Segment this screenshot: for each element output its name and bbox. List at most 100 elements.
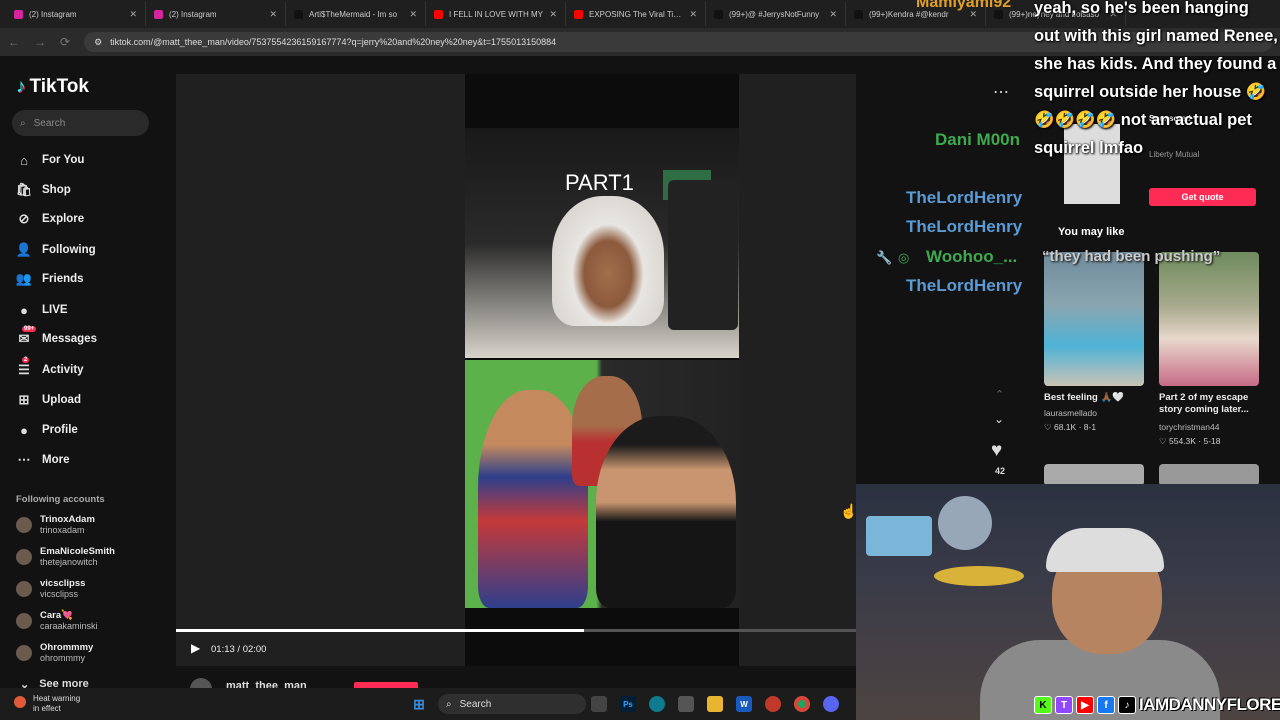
sidebar-item-label: Messages (42, 333, 97, 345)
card-title[interactable]: Best feeling 🙏🏾🤍 (1044, 392, 1154, 404)
close-tab-icon[interactable]: ✕ (269, 9, 277, 20)
close-tab-icon[interactable]: ✕ (409, 9, 417, 20)
search-input[interactable]: ⌕ Search (12, 110, 149, 136)
facebook-icon: f (1097, 696, 1115, 714)
person-hoodie-image (552, 196, 664, 326)
video-overlay-text: PART1 (565, 170, 634, 195)
following-icon: 👤 (15, 242, 33, 257)
chat-username: Woohoo_... (926, 247, 1018, 266)
sidebar-item-activity[interactable]: ☰ 2 Activity (16, 357, 84, 378)
tab-label: I FELL IN LOVE WITH MY (449, 9, 543, 19)
sidebar-item-label: LIVE (42, 304, 68, 316)
sidebar-item-shop[interactable]: 🛍 Shop (16, 182, 71, 198)
following-account[interactable]: vicsclipss vicsclipss (16, 578, 85, 600)
sidebar-item-live[interactable]: ● LIVE (16, 302, 68, 318)
weather-title: Heat warning (33, 694, 81, 703)
discord-icon[interactable] (823, 696, 839, 712)
live-icon: ● (20, 302, 28, 318)
close-tab-icon[interactable]: ✕ (689, 9, 697, 20)
edge-icon[interactable] (649, 696, 665, 712)
back-icon[interactable]: ← (8, 35, 20, 49)
browser-tab[interactable]: EXPOSING The Viral Tiktok ✕ (566, 2, 706, 26)
tiktok-note-icon: ♪ (16, 76, 26, 97)
browser-tab[interactable]: Arti$TheMermaid - Im so ✕ (286, 2, 426, 26)
quote-overlay: “they had been pushing” (1042, 248, 1221, 265)
sidebar-item-profile[interactable]: ● Profile (16, 422, 78, 438)
card-title[interactable]: Part 2 of my escape story coming later..… (1159, 392, 1269, 416)
weather-widget[interactable]: Heat warning in effect (33, 694, 80, 714)
tab-label: EXPOSING The Viral Tiktok (589, 9, 684, 19)
obs-icon[interactable] (765, 696, 781, 712)
account-handle: ohrommmy (40, 653, 86, 663)
store-icon[interactable] (678, 696, 694, 712)
avatar (16, 517, 32, 533)
reload-icon[interactable]: ⟳ (60, 35, 70, 49)
recommended-thumb-4[interactable] (1159, 464, 1259, 486)
account-handle: caraakaminski (40, 621, 98, 631)
account-name: EmaNicoleSmith (40, 546, 115, 557)
sidebar-item-label: Explore (42, 213, 85, 225)
forward-icon[interactable]: → (34, 35, 46, 49)
word-icon[interactable]: W (736, 696, 752, 712)
taskbar-search[interactable]: ⌕ Search (438, 694, 586, 714)
home-icon: ⌂ (20, 152, 28, 168)
next-video-icon[interactable]: ⌄ (994, 412, 1004, 426)
mouse-cursor-icon: ☝ (840, 503, 858, 519)
account-name: vicsclipss (40, 578, 86, 589)
streamer-socials: K T ▶ f ♪ IAMDANNYFLORES (1034, 694, 1280, 716)
close-tab-icon[interactable]: ✕ (829, 9, 837, 20)
card-separator: · (1076, 422, 1084, 432)
taskbar-search-label: Search (459, 698, 492, 710)
browser-tab[interactable]: (2) Instagram ✕ (146, 2, 286, 26)
sidebar-item-friends[interactable]: 👥 Friends (16, 271, 84, 287)
card-username[interactable]: laurasmellado (1044, 408, 1097, 418)
close-tab-icon[interactable]: ✕ (129, 9, 137, 20)
account-name: Ohrommmy (40, 642, 94, 653)
browser-tab[interactable]: (2) Instagram ✕ (6, 2, 146, 26)
windows-start-icon[interactable]: ⊞ (411, 696, 427, 712)
nav-badge: 2 (22, 357, 30, 363)
search-icon: ⌕ (20, 117, 26, 129)
sidebar-item-for-you[interactable]: ⌂ For You (16, 152, 84, 168)
site-info-icon[interactable]: ⚙ (94, 37, 102, 48)
following-account[interactable]: TrinoxAdam trinoxadam (16, 514, 95, 536)
sidebar-item-more[interactable]: ⋯ More (16, 452, 70, 468)
sidebar-item-label: Friends (42, 273, 84, 285)
photoshop-icon[interactable]: Ps (620, 696, 636, 712)
sidebar-item-following[interactable]: 👤 Following (16, 242, 96, 258)
recommended-thumb-2[interactable] (1159, 252, 1259, 386)
messages-icon: ✉ 99+ (18, 326, 37, 346)
sidebar-item-label: More (42, 454, 70, 466)
close-tab-icon[interactable]: ✕ (549, 9, 557, 20)
sidebar-item-messages[interactable]: ✉ 99+ Messages (16, 326, 97, 347)
chrome-icon[interactable] (794, 696, 810, 712)
kick-icon: K (1034, 696, 1052, 714)
file-explorer-icon[interactable] (707, 696, 723, 712)
following-account[interactable]: Cara💘 caraakaminski (16, 610, 98, 632)
like-heart-icon[interactable]: ♥ (991, 440, 1002, 462)
weather-warning-icon[interactable] (14, 696, 26, 708)
tiktok-logo[interactable]: ♪ TikTok (16, 76, 89, 98)
more-options-icon[interactable]: ⋯ (993, 82, 1009, 102)
activity-icon: ☰ 2 (18, 357, 30, 377)
browser-tab[interactable]: (99+)@ #JerrysNotFunny ✕ (706, 2, 846, 26)
avatar (16, 549, 32, 565)
sidebar-item-upload[interactable]: ⊞ Upload (16, 392, 81, 408)
following-account[interactable]: EmaNicoleSmith thetejanowitch (16, 546, 115, 568)
shop-icon: 🛍 (15, 182, 33, 197)
recommended-thumb-1[interactable] (1044, 252, 1144, 386)
wall-decor-image (938, 496, 992, 550)
mod-wrench-icon: 🔧 (876, 250, 893, 265)
sidebar-item-explore[interactable]: ⊘ Explore (16, 211, 85, 227)
tab-favicon-icon (434, 9, 443, 19)
browser-tab[interactable]: I FELL IN LOVE WITH MY ✕ (426, 2, 566, 26)
following-account[interactable]: Ohrommmy ohrommmy (16, 642, 93, 664)
play-icon[interactable]: ▶ (191, 641, 200, 655)
get-quote-button[interactable]: Get quote (1149, 188, 1256, 206)
previous-video-icon[interactable]: ⌃ (995, 388, 1004, 401)
tab-favicon-icon (574, 9, 583, 19)
recommended-thumb-3[interactable] (1044, 464, 1144, 486)
task-view-icon[interactable] (591, 696, 607, 712)
chat-username: TheLordHenry (906, 217, 1023, 236)
card-username[interactable]: torychristman44 (1159, 422, 1219, 432)
